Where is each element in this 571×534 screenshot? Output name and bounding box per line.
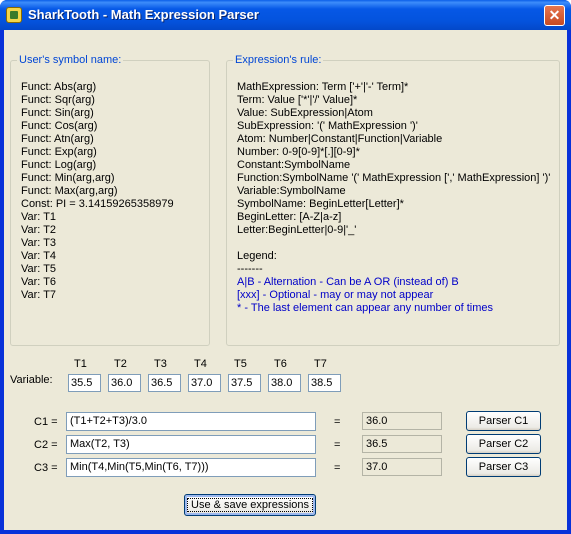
symbol-line: Funct: Abs(arg) — [21, 81, 97, 93]
c1-label: C1 = — [34, 416, 58, 428]
app-icon — [6, 7, 22, 23]
rule-line: * - The last element can appear any numb… — [237, 302, 493, 314]
rule-line: Constant:SymbolName — [237, 159, 351, 171]
c3-label: C3 = — [34, 462, 58, 474]
c2-equals: = — [334, 439, 341, 451]
var-input-t4[interactable]: 37.0 — [188, 374, 221, 392]
symbol-line: Var: T5 — [21, 263, 57, 275]
symbol-line: Const: PI = 3.14159265358979 — [21, 198, 174, 210]
c2-result: 36.5 — [362, 435, 442, 453]
symbol-line: Funct: Max(arg,arg) — [21, 185, 118, 197]
close-button[interactable]: ✕ — [544, 5, 565, 26]
parser-c3-button[interactable]: Parser C3 — [466, 457, 541, 477]
c2-label: C2 = — [34, 439, 58, 451]
rule-line: [xxx] - Optional - may or may not appear — [237, 289, 434, 301]
c2-expression-input[interactable]: Max(T2, T3) — [66, 435, 316, 454]
rule-line: SubExpression: '(' MathExpression ')' — [237, 120, 418, 132]
var-name-t6: T6 — [274, 358, 287, 370]
c1-result: 36.0 — [362, 412, 442, 430]
symbols-group: User's symbol name: Funct: Abs(arg) Funct… — [10, 54, 210, 346]
var-input-t2[interactable]: 36.0 — [108, 374, 141, 392]
var-name-t7: T7 — [314, 358, 327, 370]
rule-line: Variable:SymbolName — [237, 185, 346, 197]
symbol-line: Funct: Sqr(arg) — [21, 94, 95, 106]
var-input-t1[interactable]: 35.5 — [68, 374, 101, 392]
var-input-t3[interactable]: 36.5 — [148, 374, 181, 392]
var-name-t2: T2 — [114, 358, 127, 370]
rule-line: ------- — [237, 263, 263, 275]
title-bar[interactable]: SharkTooth - Math Expression Parser ✕ — [0, 0, 571, 30]
symbol-line: Var: T7 — [21, 289, 57, 301]
symbols-list: Funct: Abs(arg) Funct: Sqr(arg) Funct: Sin… — [21, 81, 174, 302]
rule-line: Legend: — [237, 250, 277, 262]
c3-expression-input[interactable]: Min(T4,Min(T5,Min(T6, T7))) — [66, 458, 316, 477]
rule-line: Function:SymbolName '(' MathExpression [… — [237, 172, 551, 184]
symbol-line: Funct: Cos(arg) — [21, 120, 98, 132]
rule-line — [237, 237, 550, 250]
symbol-line: Var: T4 — [21, 250, 57, 262]
symbols-legend: User's symbol name: — [17, 54, 124, 66]
rule-line: Atom: Number|Constant|Function|Variable — [237, 133, 443, 145]
app-window: SharkTooth - Math Expression Parser ✕ Us… — [0, 0, 571, 534]
rule-line: SymbolName: BeginLetter[Letter]* — [237, 198, 404, 210]
c1-expression-input[interactable]: (T1+T2+T3)/3.0 — [66, 412, 316, 431]
symbol-line: Var: T2 — [21, 224, 57, 236]
var-name-t3: T3 — [154, 358, 167, 370]
symbol-line: Funct: Atn(arg) — [21, 133, 94, 145]
symbol-line: Var: T6 — [21, 276, 57, 288]
var-name-t5: T5 — [234, 358, 247, 370]
rule-line: A|B - Alternation - Can be A OR (instead… — [237, 276, 459, 288]
symbol-line: Funct: Exp(arg) — [21, 146, 97, 158]
use-save-button[interactable]: Use & save expressions — [184, 494, 316, 516]
var-input-t7[interactable]: 38.5 — [308, 374, 341, 392]
c1-equals: = — [334, 416, 341, 428]
var-input-t5[interactable]: 37.5 — [228, 374, 261, 392]
rule-line: MathExpression: Term ['+'|'-' Term]* — [237, 81, 409, 93]
rules-list: MathExpression: Term ['+'|'-' Term]* Term… — [237, 81, 550, 315]
variable-label: Variable: — [10, 374, 53, 386]
rule-line: Letter:BeginLetter|0-9|'_' — [237, 224, 357, 236]
parser-c1-button[interactable]: Parser C1 — [466, 411, 541, 431]
rule-line: BeginLetter: [A-Z|a-z] — [237, 211, 342, 223]
var-name-t1: T1 — [74, 358, 87, 370]
symbol-line: Var: T1 — [21, 211, 57, 223]
c3-result: 37.0 — [362, 458, 442, 476]
rule-line: Number: 0-9[0-9]*[.][0-9]* — [237, 146, 360, 158]
symbol-line: Var: T3 — [21, 237, 57, 249]
window-title: SharkTooth - Math Expression Parser — [28, 7, 259, 22]
symbol-line: Funct: Sin(arg) — [21, 107, 94, 119]
parser-c2-button[interactable]: Parser C2 — [466, 434, 541, 454]
rule-line: Term: Value ['*'|'/' Value]* — [237, 94, 358, 106]
rule-line: Value: SubExpression|Atom — [237, 107, 373, 119]
rules-group: Expression's rule: MathExpression: Term … — [226, 54, 560, 346]
c3-equals: = — [334, 462, 341, 474]
symbol-line: Funct: Log(arg) — [21, 159, 97, 171]
use-save-button-label: Use & save expressions — [187, 498, 313, 512]
var-name-t4: T4 — [194, 358, 207, 370]
rules-legend: Expression's rule: — [233, 54, 324, 66]
symbol-line: Funct: Min(arg,arg) — [21, 172, 115, 184]
client-area: User's symbol name: Funct: Abs(arg) Funct… — [4, 30, 567, 530]
var-input-t6[interactable]: 38.0 — [268, 374, 301, 392]
